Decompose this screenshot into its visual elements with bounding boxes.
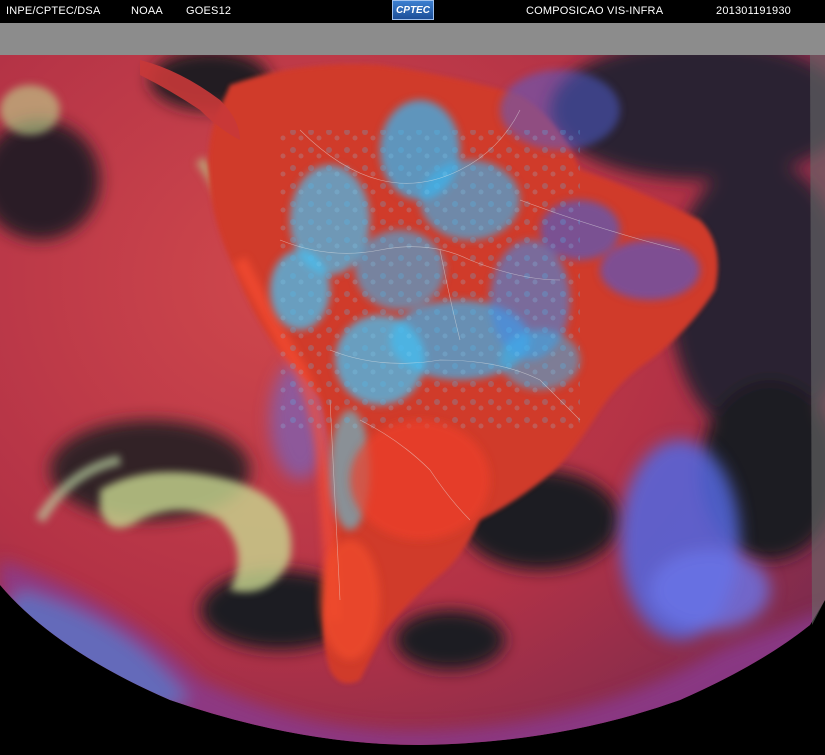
satellite-image — [0, 23, 825, 755]
satellite-composite — [0, 23, 825, 755]
satellite-label: GOES12 — [186, 5, 232, 17]
space-gray-band — [0, 23, 825, 55]
image-header: INPE/CPTEC/DSA NOAA GOES12 CPTEC COMPOSI… — [0, 0, 825, 23]
cloud-texture — [280, 130, 580, 430]
disk-edge — [810, 55, 825, 625]
cptec-logo: CPTEC — [392, 0, 434, 20]
timestamp-label: 201301191930 — [716, 5, 791, 17]
earth-disk — [0, 55, 825, 745]
agency-label: NOAA — [131, 5, 163, 17]
product-label: COMPOSICAO VIS-INFRA — [526, 5, 664, 17]
source-label: INPE/CPTEC/DSA — [6, 5, 101, 17]
